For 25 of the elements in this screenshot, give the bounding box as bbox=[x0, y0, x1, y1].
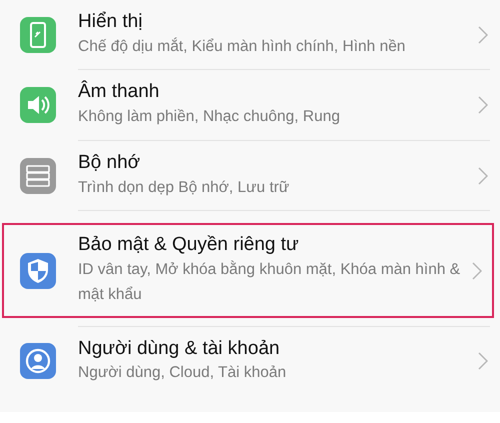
settings-item[interactable]: Người dùng & tài khoản Người dùng, Cloud, Tài khoản bbox=[0, 326, 500, 396]
item-subtitle: Trình dọn dẹp Bộ nhớ, Lưu trữ bbox=[78, 178, 290, 198]
item-title: Bảo mật & Quyền riêng tư bbox=[78, 233, 300, 258]
shield-icon bbox=[20, 252, 56, 289]
settings-item[interactable]: Âm thanh Không làm phiền, Nhạc chuông, Rung bbox=[0, 70, 500, 140]
user-icon bbox=[20, 343, 56, 380]
storage-icon bbox=[20, 158, 56, 194]
chevron-icon bbox=[478, 26, 488, 44]
item-title: Người dùng & tài khoản bbox=[78, 336, 281, 361]
speaker-icon bbox=[20, 87, 56, 124]
item-title: Hiển thị bbox=[78, 10, 144, 34]
item-title: Âm thanh bbox=[78, 80, 160, 104]
chevron-icon bbox=[478, 166, 488, 185]
chevron-icon bbox=[478, 352, 488, 370]
item-title: Bộ nhớ bbox=[78, 150, 142, 175]
item-subtitle: Người dùng, Cloud, Tài khoản bbox=[78, 363, 288, 384]
item-subtitle: Không làm phiền, Nhạc chuông, Rung bbox=[78, 107, 341, 128]
item-subtitle: Chế độ dịu mắt, Kiểu màn hình chính, Hình nền bbox=[78, 36, 406, 57]
item-subtitle: ID vân tay, Mở khóa bằng khuôn mặt, Khóa màn hình & mật khẩu bbox=[78, 260, 462, 305]
chevron-icon bbox=[478, 96, 488, 114]
settings-item[interactable]: Bộ nhớ Trình dọn dẹp Bộ nhớ, Lưu trữ bbox=[0, 140, 500, 210]
settings-item[interactable]: Hiển thị Chế độ dịu mắt, Kiểu màn hình chính, Hình nền bbox=[0, 0, 500, 70]
settings-item[interactable]: Bảo mật & Quyền riêng tư ID vân tay, Mở khóa bằng khuôn mặt, Khóa màn hình & mật khẩu bbox=[2, 223, 494, 318]
display-icon bbox=[20, 16, 56, 53]
chevron-icon bbox=[472, 262, 482, 280]
